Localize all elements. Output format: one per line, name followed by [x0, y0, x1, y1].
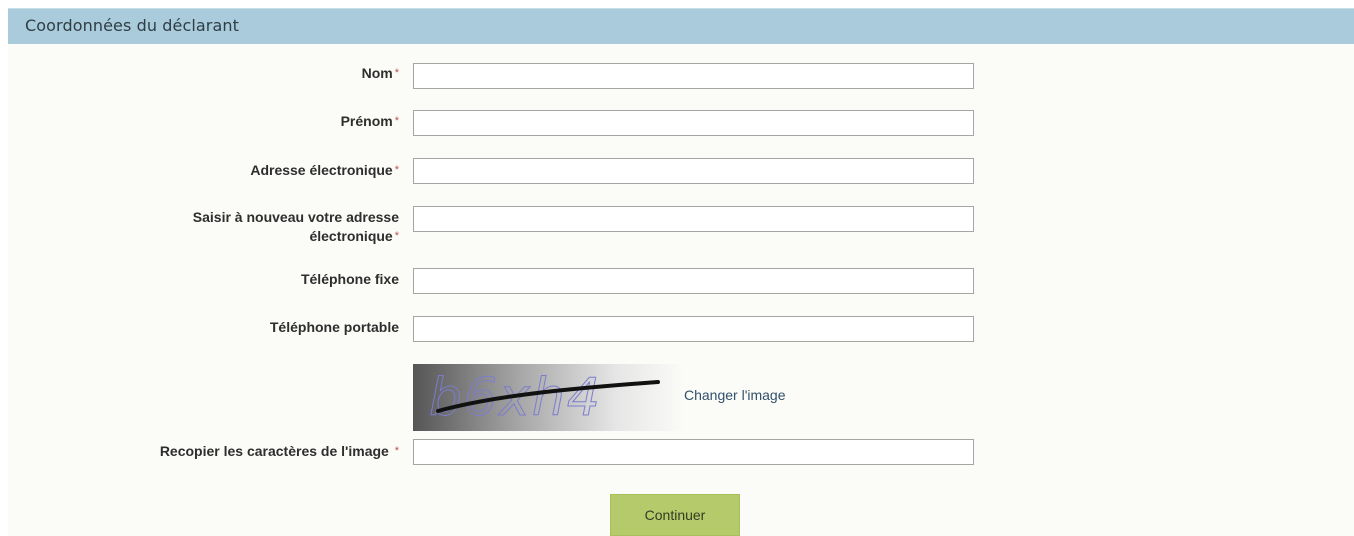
captcha-answer-label: Recopier les caractères de l'image * — [160, 442, 399, 461]
required-star: * — [394, 230, 399, 242]
continue-button[interactable]: Continuer — [610, 494, 740, 536]
section-title: Coordonnées du déclarant — [8, 8, 1354, 44]
prenom-input[interactable] — [413, 110, 974, 136]
prenom-label: Prénom * — [341, 112, 399, 131]
required-star: * — [394, 67, 399, 79]
email-label-text: Adresse électronique — [250, 162, 393, 178]
email-input[interactable] — [413, 158, 974, 184]
declarant-panel: Coordonnées du déclarant Nom * Prénom * Ad… — [8, 8, 1354, 536]
captcha-image: b6xh4 — [413, 364, 684, 431]
change-image-link[interactable]: Changer l'image — [684, 387, 786, 403]
email-confirm-label-line1: Saisir à nouveau votre adresse — [192, 209, 399, 225]
email-confirm-label: Saisir à nouveau votre adresse électroni… — [193, 208, 399, 246]
phone-mobile-input[interactable] — [413, 316, 974, 342]
required-star: * — [394, 164, 399, 176]
captcha-answer-label-text: Recopier les caractères de l'image — [159, 443, 389, 459]
email-label: Adresse électronique * — [250, 161, 399, 180]
nom-input[interactable] — [413, 63, 974, 89]
email-confirm-input[interactable] — [413, 206, 974, 232]
email-confirm-label-line2-wrap: électronique * — [193, 227, 399, 246]
email-confirm-label-line2: électronique — [309, 228, 393, 244]
phone-mobile-label: Téléphone portable — [269, 319, 399, 335]
phone-fixed-input[interactable] — [413, 268, 974, 294]
prenom-label-text: Prénom — [340, 113, 393, 129]
required-star: * — [394, 445, 399, 457]
phone-fixed-label: Téléphone fixe — [300, 271, 399, 287]
nom-label: Nom * — [362, 64, 399, 83]
nom-label-text: Nom — [361, 65, 393, 81]
required-star: * — [394, 115, 399, 127]
captcha-answer-input[interactable] — [413, 439, 974, 465]
captcha-noise-line — [436, 380, 660, 413]
